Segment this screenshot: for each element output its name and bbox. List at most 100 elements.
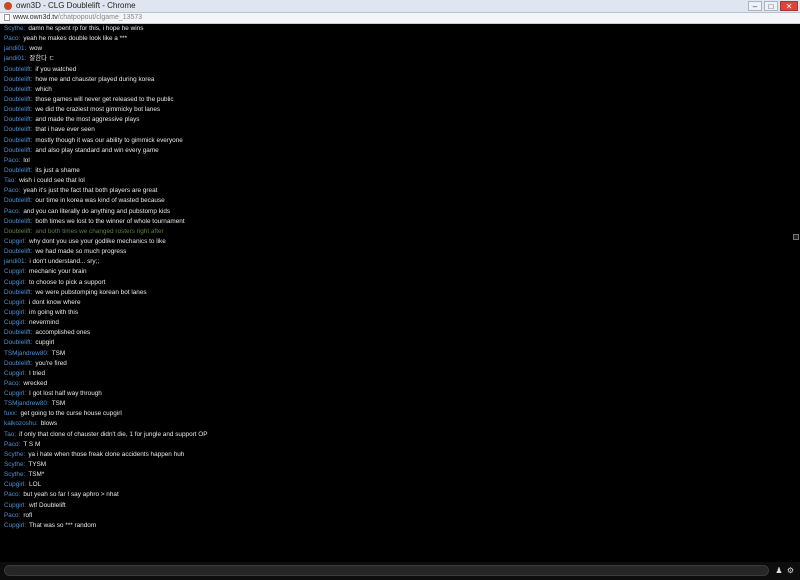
chat-username[interactable]: Doublelift:	[4, 218, 32, 225]
chat-username[interactable]: jandi01:	[4, 55, 26, 62]
gear-icon[interactable]: ⚙	[786, 566, 795, 575]
chat-username[interactable]: TSMjandrew80:	[4, 400, 49, 407]
chat-text: LOL	[29, 481, 42, 489]
chat-input[interactable]	[4, 565, 769, 576]
chat-username[interactable]: Tao:	[4, 431, 16, 438]
chat-username[interactable]: fuxx:	[4, 410, 18, 417]
person-icon[interactable]: ♟	[775, 566, 783, 575]
chat-message: Doublelift: we did the craziest most gimm…	[0, 105, 790, 115]
chat-username[interactable]: Paco:	[4, 512, 20, 519]
chat-username[interactable]: Doublelift:	[4, 96, 32, 103]
chat-username[interactable]: Doublelift:	[4, 228, 32, 235]
chat-message: Scythe: ya i hate when those freak clone …	[0, 450, 790, 460]
chat-username[interactable]: Cupgirl:	[4, 279, 26, 286]
chat-username[interactable]: Cupgirl:	[4, 319, 26, 326]
close-button[interactable]: ✕	[780, 1, 798, 11]
chat-message: Cupgirl: to choose to pick a support	[0, 278, 790, 288]
chat-username[interactable]: Cupgirl:	[4, 268, 26, 275]
chat-username[interactable]: Paco:	[4, 35, 20, 42]
chat-username[interactable]: Doublelift:	[4, 197, 32, 204]
chat-log[interactable]: Scythe: damn he spent rp for this, i hope…	[0, 24, 790, 562]
chat-username[interactable]: Scythe:	[4, 451, 25, 458]
chat-message: Cupgirl: mechanic your brain	[0, 267, 790, 277]
chat-username[interactable]: Cupgirl:	[4, 522, 26, 529]
chat-username[interactable]: Doublelift:	[4, 339, 32, 346]
chat-username[interactable]: Doublelift:	[4, 360, 32, 367]
maximize-button[interactable]: □	[764, 1, 778, 11]
chat-message: Doublelift: you're fired	[0, 359, 790, 369]
chat-username[interactable]: Paco:	[4, 380, 20, 387]
chat-username[interactable]: Cupgirl:	[4, 390, 26, 397]
chat-text: and you can literally do anything and pu…	[23, 207, 171, 215]
chat-username[interactable]: Cupgirl:	[4, 370, 26, 377]
url-text[interactable]: www.own3d.tv/chatpopout/clgame_13573	[13, 13, 142, 23]
chat-username[interactable]: Doublelift:	[4, 116, 32, 123]
chat-username[interactable]: Doublelift:	[4, 106, 32, 113]
chat-username[interactable]: Cupgirl:	[4, 481, 26, 488]
chat-text: ya i hate when those freak clone acciden…	[28, 450, 185, 458]
address-bar[interactable]: www.own3d.tv/chatpopout/clgame_13573	[0, 13, 800, 24]
chat-text: mechanic your brain	[29, 268, 87, 276]
chat-message: Doublelift: we were pubstomping korean bo…	[0, 288, 790, 298]
chat-username[interactable]: TSMjandrew80:	[4, 350, 49, 357]
chat-text: both times we lost to the winner of whol…	[35, 217, 185, 225]
chat-message: Cupgirl: nevermind	[0, 318, 790, 328]
chat-username[interactable]: Doublelift:	[4, 289, 32, 296]
chat-text: we were pubstomping korean bot lanes	[35, 288, 147, 296]
chat-username[interactable]: Cupgirl:	[4, 309, 26, 316]
chat-message: Doublelift: and made the most aggressive …	[0, 115, 790, 125]
chat-username[interactable]: Cupgirl:	[4, 238, 26, 245]
scroll-to-bottom-icon[interactable]	[793, 234, 799, 240]
chat-username[interactable]: Doublelift:	[4, 167, 32, 174]
chat-username[interactable]: Paco:	[4, 187, 20, 194]
chat-text: get going to the curse house cupgirl	[20, 410, 122, 418]
minimize-button[interactable]: –	[748, 1, 762, 11]
chat-username[interactable]: Doublelift:	[4, 329, 32, 336]
chat-message: Doublelift: those games will never get re…	[0, 95, 790, 105]
chat-username[interactable]: Paco:	[4, 208, 20, 215]
chat-message: Paco: wrecked	[0, 379, 790, 389]
chat-text: those games will never get released to t…	[35, 95, 174, 103]
chat-text: blows	[40, 420, 58, 428]
chat-text: TSM*	[28, 471, 45, 479]
chat-text: and also play standard and win every gam…	[35, 146, 159, 154]
chat-text: wrecked	[23, 379, 48, 387]
chat-username[interactable]: Scythe:	[4, 25, 25, 32]
chat-text: but yeah so far I say aphro > nhat	[23, 491, 119, 499]
chat-text: im going with this	[29, 308, 79, 316]
chat-message: Cupgirl: I tried	[0, 369, 790, 379]
chat-message: TSMjandrew80: TSM	[0, 399, 790, 409]
chat-username[interactable]: Doublelift:	[4, 126, 32, 133]
chat-message: Cupgirl: im going with this	[0, 308, 790, 318]
chat-username[interactable]: Doublelift:	[4, 137, 32, 144]
chat-text: yeah it's just the fact that both player…	[23, 187, 158, 195]
chat-username[interactable]: Doublelift:	[4, 66, 32, 73]
chat-text: damn he spent rp for this, i hope he win…	[28, 25, 144, 32]
chat-text: we had made so much progress	[35, 248, 127, 256]
chat-username[interactable]: Scythe:	[4, 471, 25, 478]
chat-username[interactable]: Paco:	[4, 157, 20, 164]
chat-username[interactable]: jandi01:	[4, 45, 26, 52]
chat-username[interactable]: kalkozoshu:	[4, 420, 38, 427]
chat-username[interactable]: Doublelift:	[4, 248, 32, 255]
chat-text: you're fired	[35, 359, 67, 367]
chat-username[interactable]: Doublelift:	[4, 147, 32, 154]
chat-text: i dont know where	[29, 298, 81, 306]
chat-username[interactable]: Tao:	[4, 177, 16, 184]
chat-message: Doublelift: its just a shame	[0, 166, 790, 176]
chat-username[interactable]: jandi01:	[4, 258, 26, 265]
chat-username[interactable]: Cupgirl:	[4, 299, 26, 306]
chat-username[interactable]: Paco:	[4, 441, 20, 448]
chat-text: if you watched	[35, 65, 77, 73]
chat-username[interactable]: Doublelift:	[4, 86, 32, 93]
chat-username[interactable]: Scythe:	[4, 461, 25, 468]
chat-username[interactable]: Cupgirl:	[4, 502, 26, 509]
chat-message: Cupgirl: i dont know where	[0, 298, 790, 308]
chat-username[interactable]: Paco:	[4, 491, 20, 498]
chat-text: lol	[23, 156, 30, 164]
chat-username[interactable]: Doublelift:	[4, 76, 32, 83]
chat-message: kalkozoshu: blows	[0, 419, 790, 429]
chat-text: which	[35, 85, 52, 93]
chat-text: rofl	[23, 511, 33, 519]
chat-message: Tao: if only that clone of chauster didn'…	[0, 430, 790, 440]
